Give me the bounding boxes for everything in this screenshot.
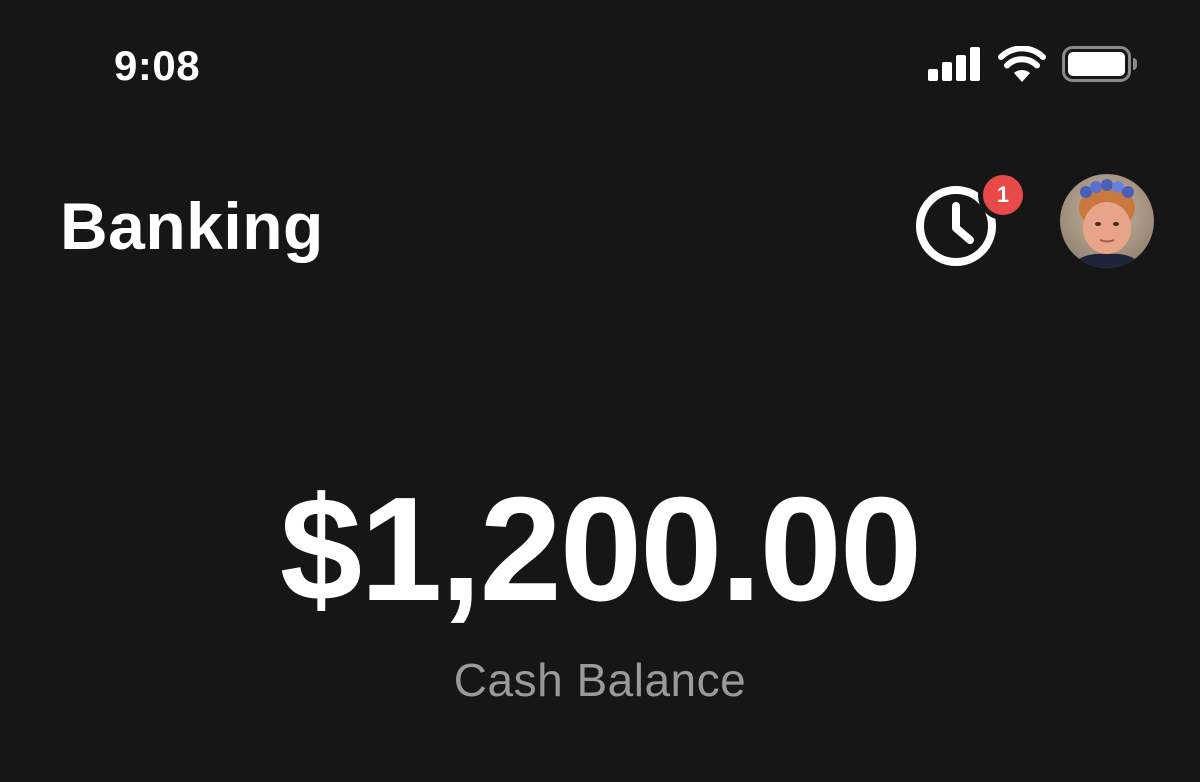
status-bar-time: 9:08 xyxy=(114,42,201,89)
cash-balance-amount: $1,200.00 xyxy=(279,467,922,632)
avatar-image xyxy=(1060,174,1154,268)
profile-avatar[interactable] xyxy=(1060,174,1154,268)
battery-icon xyxy=(1062,46,1137,82)
activity-button[interactable]: 1 xyxy=(914,170,1028,266)
cash-balance-label: Cash Balance xyxy=(453,654,747,706)
cellular-signal-icon xyxy=(928,47,980,81)
banking-screen: 9:08 Banking 1 $1,200.00 Cash Balance xyxy=(0,0,1200,782)
page-title: Banking xyxy=(60,189,324,263)
wifi-icon xyxy=(998,46,1046,82)
status-bar-icons xyxy=(928,44,1138,84)
notification-badge: 1 xyxy=(978,170,1028,220)
